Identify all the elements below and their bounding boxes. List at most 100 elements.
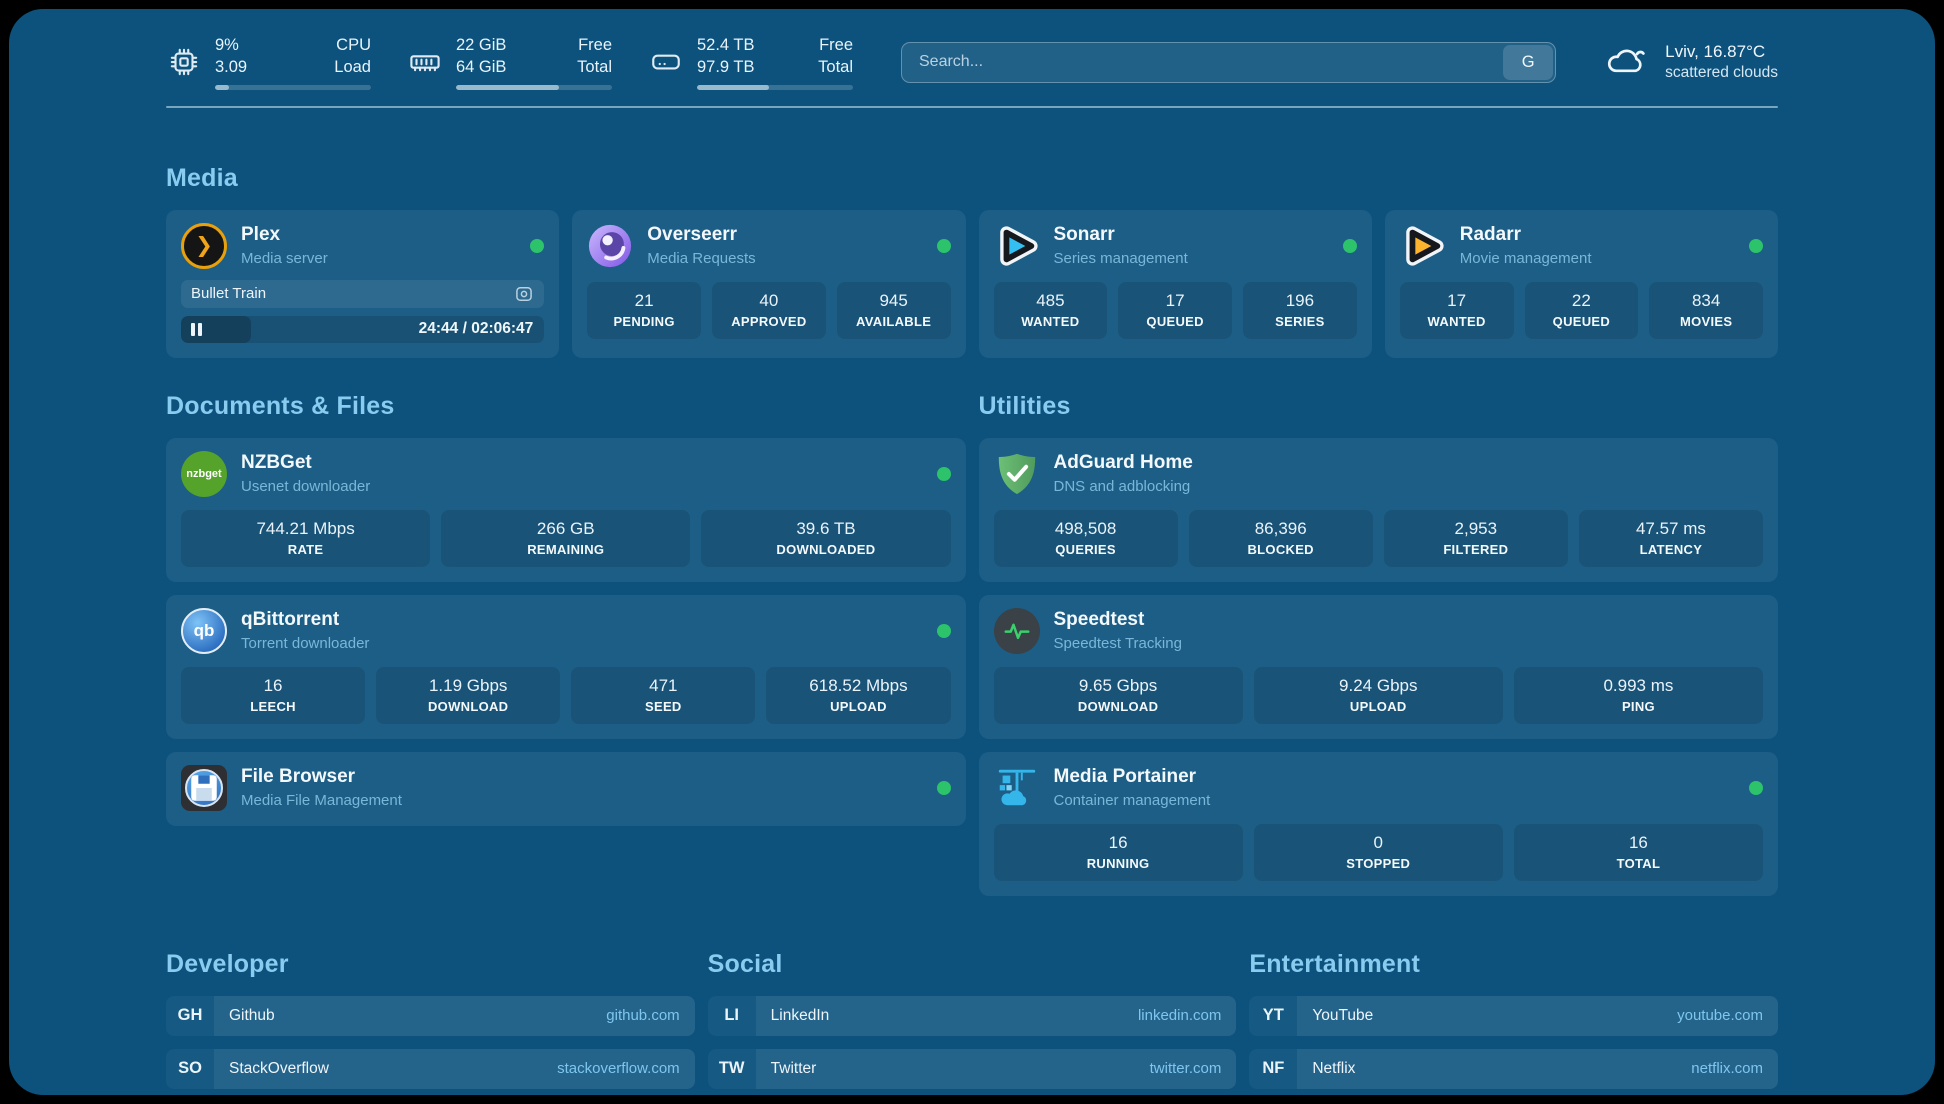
filebrowser-icon	[181, 765, 227, 811]
service-title: Plex	[241, 224, 328, 247]
bookmark-netflix[interactable]: NF Netflix netflix.com	[1249, 1049, 1778, 1089]
bookmark-youtube[interactable]: YT YouTube youtube.com	[1249, 996, 1778, 1036]
stat-stopped: 0 STOPPED	[1254, 824, 1503, 881]
service-subtitle: Movie management	[1460, 250, 1592, 267]
bookmark-name: Netflix	[1312, 1060, 1355, 1078]
stat-latency: 47.57 ms LATENCY	[1579, 510, 1763, 567]
speedtest-icon	[994, 608, 1040, 654]
service-subtitle: Speedtest Tracking	[1054, 635, 1182, 652]
service-subtitle: Container management	[1054, 792, 1211, 809]
service-card-adguard[interactable]: AdGuard Home DNS and adblocking 498,508 …	[979, 438, 1779, 582]
bookmark-github[interactable]: GH Github github.com	[166, 996, 695, 1036]
service-card-nzbget[interactable]: nzbget NZBGet Usenet downloader 744.21 M…	[166, 438, 966, 582]
service-card-speedtest[interactable]: Speedtest Speedtest Tracking 9.65 Gbps D…	[979, 595, 1779, 739]
disk-free: 52.4 TB	[697, 35, 754, 57]
status-dot	[937, 467, 951, 481]
service-subtitle: DNS and adblocking	[1054, 478, 1193, 495]
bookmark-url: youtube.com	[1677, 1007, 1763, 1024]
topbar-divider	[166, 106, 1778, 108]
stat-download: 1.19 Gbps DOWNLOAD	[376, 667, 560, 724]
status-dot	[1749, 239, 1763, 253]
now-playing-row: Bullet Train	[181, 280, 544, 308]
memory-free: 22 GiB	[456, 35, 506, 57]
cpu-progress-bar	[215, 85, 371, 90]
stat-seed: 471 SEED	[571, 667, 755, 724]
bookmark-name: StackOverflow	[229, 1060, 329, 1078]
search-input[interactable]	[901, 42, 1556, 83]
overseerr-icon	[587, 223, 633, 269]
stat-downloaded: 39.6 TB DOWNLOADED	[701, 510, 950, 567]
cpu-label: CPU	[334, 35, 371, 57]
section-title-developer: Developer	[166, 950, 695, 979]
cpu-load: 3.09	[215, 57, 247, 79]
service-title: NZBGet	[241, 452, 370, 475]
bookmark-url: netflix.com	[1691, 1060, 1763, 1077]
bookmark-abbr: TW	[708, 1049, 756, 1089]
disk-total-label: Total	[818, 57, 853, 79]
bookmark-name: YouTube	[1312, 1007, 1373, 1025]
service-subtitle: Media File Management	[241, 792, 402, 809]
disk-total: 97.9 TB	[697, 57, 754, 79]
stat-ping: 0.993 ms PING	[1514, 667, 1763, 724]
service-card-plex[interactable]: ❯ Plex Media server Bullet Train	[166, 210, 559, 358]
stat-series: 196 SERIES	[1243, 282, 1357, 339]
bookmark-url: github.com	[606, 1007, 679, 1024]
system-stats: 9% 3.09 CPU Load	[166, 35, 853, 90]
weather-widget[interactable]: Lviv, 16.87°C scattered clouds	[1604, 42, 1778, 82]
section-title-social: Social	[708, 950, 1237, 979]
service-subtitle: Torrent downloader	[241, 635, 369, 652]
stat-approved: 40 APPROVED	[712, 282, 826, 339]
status-dot	[1749, 781, 1763, 795]
service-card-radarr[interactable]: Radarr Movie management 17 WANTED 22 QUE…	[1385, 210, 1778, 358]
bookmark-url: linkedin.com	[1138, 1007, 1221, 1024]
memory-progress-bar	[456, 85, 612, 90]
service-card-filebrowser[interactable]: File Browser Media File Management	[166, 752, 966, 826]
bookmark-linkedin[interactable]: LI LinkedIn linkedin.com	[708, 996, 1237, 1036]
weather-location: Lviv, 16.87°C	[1665, 42, 1778, 62]
service-title: Sonarr	[1054, 224, 1188, 247]
sonarr-icon	[994, 223, 1040, 269]
status-dot	[530, 239, 544, 253]
bookmark-name: Twitter	[771, 1060, 817, 1078]
dashboard-panel: 9% 3.09 CPU Load	[9, 9, 1935, 1095]
search-provider-button[interactable]: G	[1503, 45, 1553, 80]
stat-wanted: 485 WANTED	[994, 282, 1108, 339]
status-dot	[937, 239, 951, 253]
cpu-percent: 9%	[215, 35, 247, 57]
status-dot	[937, 624, 951, 638]
service-title: Radarr	[1460, 224, 1592, 247]
service-subtitle: Usenet downloader	[241, 478, 370, 495]
service-card-overseerr[interactable]: Overseerr Media Requests 21 PENDING 40 A…	[572, 210, 965, 358]
adguard-icon	[994, 451, 1040, 497]
section-title-media: Media	[166, 164, 1778, 193]
bookmark-name: LinkedIn	[771, 1007, 830, 1025]
bookmark-twitter[interactable]: TW Twitter twitter.com	[708, 1049, 1237, 1089]
service-card-sonarr[interactable]: Sonarr Series management 485 WANTED 17 Q…	[979, 210, 1372, 358]
service-title: qBittorrent	[241, 609, 369, 632]
bookmark-url: stackoverflow.com	[557, 1060, 680, 1077]
service-subtitle: Series management	[1054, 250, 1188, 267]
stat-remaining: 266 GB REMAINING	[441, 510, 690, 567]
service-title: AdGuard Home	[1054, 452, 1193, 475]
cpu-load-label: Load	[334, 57, 371, 79]
bookmark-url: twitter.com	[1150, 1060, 1222, 1077]
section-title-entertainment: Entertainment	[1249, 950, 1778, 979]
bookmark-stackoverflow[interactable]: SO StackOverflow stackoverflow.com	[166, 1049, 695, 1089]
disk-progress-bar	[697, 85, 853, 90]
status-dot	[937, 781, 951, 795]
pause-icon[interactable]	[191, 323, 202, 336]
search-bar: G	[901, 42, 1556, 83]
cast-icon[interactable]	[514, 284, 534, 304]
disk-widget: 52.4 TB 97.9 TB Free Total	[648, 35, 853, 90]
stat-pending: 21 PENDING	[587, 282, 701, 339]
stat-movies: 834 MOVIES	[1649, 282, 1763, 339]
playback-progress-bar[interactable]: 24:44 / 02:06:47	[181, 316, 544, 343]
service-title: Speedtest	[1054, 609, 1182, 632]
stat-leech: 16 LEECH	[181, 667, 365, 724]
service-title: Overseerr	[647, 224, 755, 247]
service-card-qbittorrent[interactable]: qb qBittorrent Torrent downloader 16 LEE…	[166, 595, 966, 739]
service-card-portainer[interactable]: Media Portainer Container management 16 …	[979, 752, 1779, 896]
cpu-icon	[166, 44, 202, 80]
memory-widget: 22 GiB 64 GiB Free Total	[407, 35, 612, 90]
stat-wanted: 17 WANTED	[1400, 282, 1514, 339]
